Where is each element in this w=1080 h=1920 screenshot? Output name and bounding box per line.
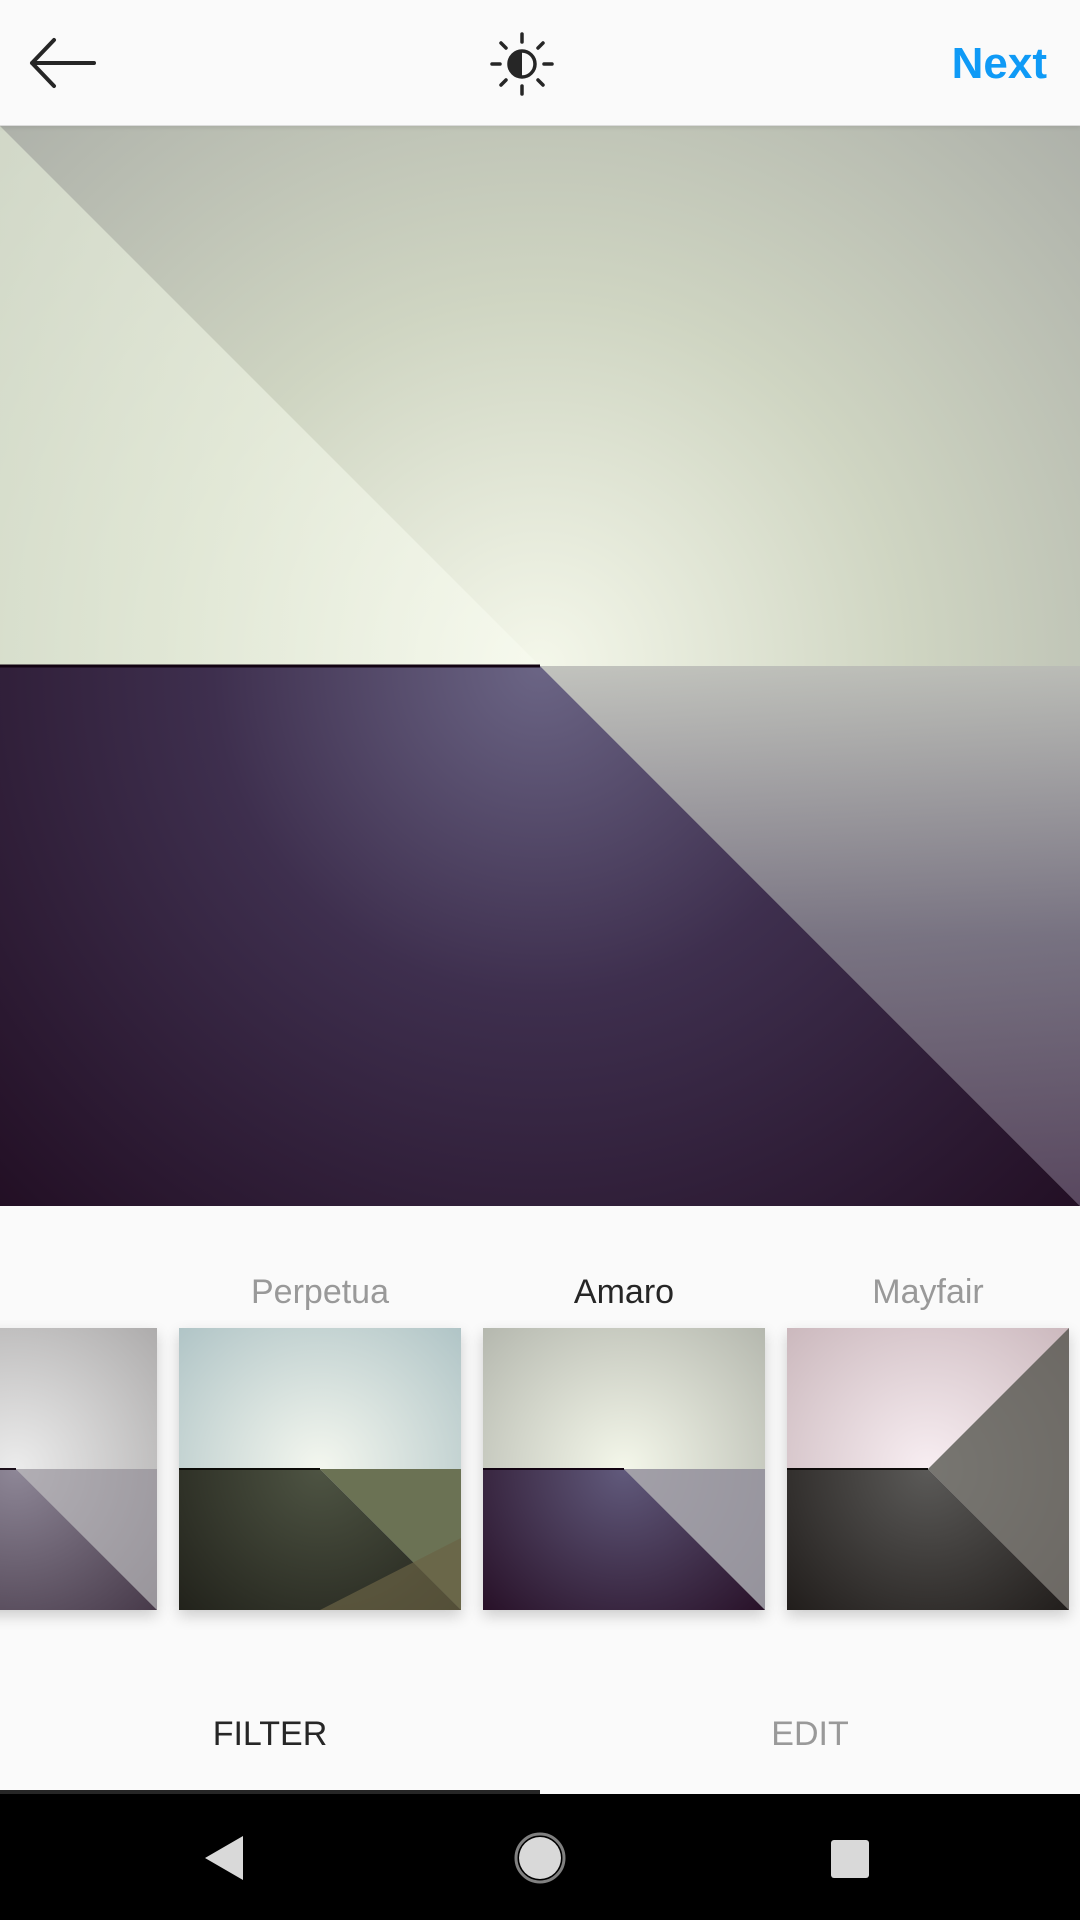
nav-recents-button[interactable] (807, 1816, 891, 1900)
photo-preview (0, 126, 1080, 1206)
filter-name: Amaro (573, 1273, 675, 1311)
tab-edit[interactable]: EDIT (540, 1646, 1080, 1794)
nav-recents-square-icon (831, 1840, 869, 1878)
filter-strip[interactable]: den Perpetua (0, 1206, 1080, 1646)
filter-thumbnail (0, 1328, 157, 1610)
filter-item-mayfair[interactable]: Mayfair (787, 1206, 1069, 1646)
filter-item-den[interactable]: den (0, 1206, 157, 1646)
filter-thumbnail (787, 1328, 1069, 1610)
filter-name: den (0, 1272, 157, 1312)
top-toolbar: Next (0, 0, 1080, 126)
filter-item-perpetua[interactable]: Perpetua (179, 1206, 461, 1646)
arrow-left-icon (30, 38, 96, 88)
system-nav-bar (0, 1794, 1080, 1920)
tab-filter[interactable]: FILTER (0, 1646, 540, 1794)
nav-back-triangle-icon (205, 1836, 243, 1880)
lux-sun-icon (490, 32, 554, 96)
nav-home-button[interactable] (498, 1816, 582, 1900)
filter-item-amaro[interactable]: Amaro (483, 1206, 765, 1646)
next-button[interactable]: Next (952, 34, 1047, 94)
back-button[interactable] (24, 28, 100, 98)
lux-button[interactable] (490, 32, 554, 96)
filter-name: Perpetua (251, 1273, 389, 1311)
mode-tabs: FILTER EDIT (0, 1646, 1080, 1794)
nav-back-button[interactable] (183, 1816, 267, 1900)
filter-thumbnail (179, 1328, 461, 1610)
filter-name: Mayfair (872, 1273, 984, 1311)
nav-home-circle-icon (514, 1832, 566, 1884)
filter-thumbnail (483, 1328, 765, 1610)
